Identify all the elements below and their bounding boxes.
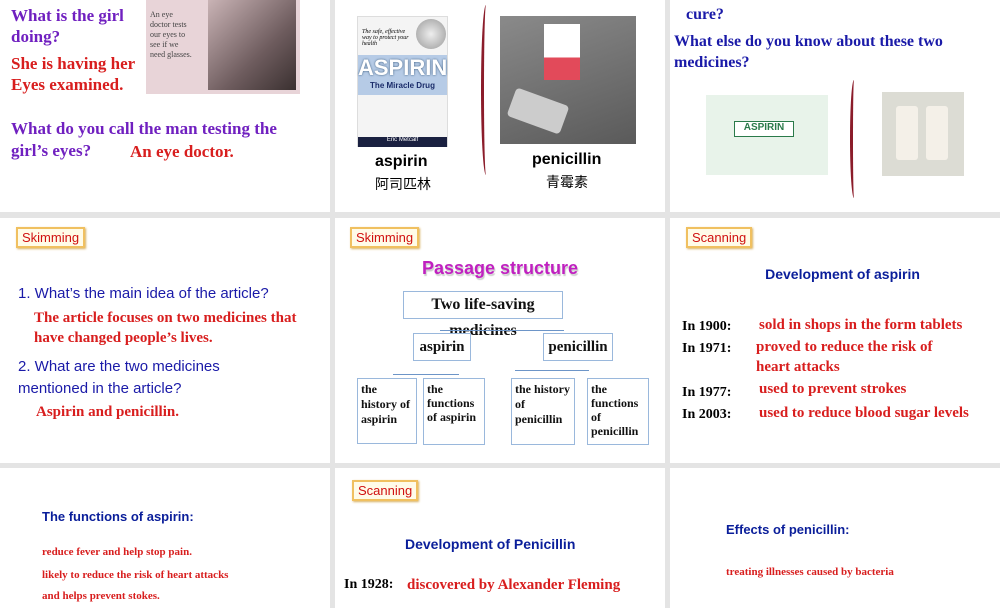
slide-thumbnail-4[interactable]: Skimming 1. What’s the main idea of the …	[0, 218, 330, 463]
event-text: used to reduce blood sugar levels	[759, 405, 969, 421]
leaf-node: the functions of aspirin	[423, 378, 485, 445]
root-node: Two life-saving medicines	[403, 291, 563, 339]
year-label: In 1928:	[344, 577, 394, 592]
function-line: and helps prevent stokes.	[42, 590, 160, 602]
slide-thumbnail-9[interactable]: Effects of penicillin: treating illnesse…	[670, 468, 1000, 608]
slide-title: Effects of penicillin:	[726, 522, 850, 537]
question-top: cure?	[686, 6, 724, 23]
slide-thumbnail-7[interactable]: The functions of aspirin: reduce fever a…	[0, 468, 330, 608]
event-text: discovered by Alexander Fleming	[407, 577, 621, 593]
question-1: What is the girl doing?	[11, 6, 124, 46]
decorative-divider	[481, 5, 491, 175]
effect-line: treating illnesses caused by bacteria	[726, 566, 894, 578]
answer-1: She is having her Eyes examined.	[11, 54, 135, 94]
aspirin-chinese-label: 阿司匹林	[375, 176, 431, 192]
penicillin-photo	[500, 16, 636, 144]
answer-2: An eye doctor.	[130, 142, 234, 161]
photo-caption: An eye doctor tests our eyes to see if w…	[150, 10, 192, 59]
scanning-tag: Scanning	[686, 227, 753, 248]
slide-thumbnail-1[interactable]: What is the girl doing? She is having he…	[0, 0, 330, 212]
slide-title: The functions of aspirin:	[42, 509, 194, 524]
event-text: sold in shops in the form tablets	[759, 317, 963, 333]
slide-thumbnail-5[interactable]: Skimming Passage structure Two life-savi…	[335, 218, 665, 463]
answer-1: The article focuses on two medicines tha…	[34, 310, 297, 346]
function-line: reduce fever and help stop pain.	[42, 546, 192, 558]
aspirin-label: aspirin	[375, 153, 428, 170]
leaf-node: the functions of penicillin	[587, 378, 649, 445]
question: What else do you know about these two me…	[674, 33, 943, 71]
slide-title: Development of aspirin	[765, 266, 920, 282]
slide-thumbnail-3[interactable]: cure? What else do you know about these …	[670, 0, 1000, 212]
aspirin-box-photo: ASPIRIN	[706, 95, 828, 175]
eye-exam-photo: An eye doctor tests our eyes to see if w…	[146, 0, 300, 94]
slide-thumbnail-6[interactable]: Scanning Development of aspirin In 1900:…	[670, 218, 1000, 463]
event-text: proved to reduce the risk of heart attac…	[756, 339, 933, 375]
aspirin-book-cover: The safe, effective way to protect your …	[357, 16, 448, 147]
penicillin-node: penicillin	[543, 333, 613, 361]
year-label: In 1977:	[682, 385, 732, 400]
year-label: In 1900:	[682, 319, 732, 334]
leaf-node: the history of penicillin	[511, 378, 575, 445]
leaf-node: the history of aspirin	[357, 378, 417, 444]
penicillin-chinese-label: 青霉素	[546, 174, 588, 190]
skimming-tag: Skimming	[350, 227, 420, 248]
slide-title: Passage structure	[421, 258, 579, 278]
penicillin-vials-photo	[882, 92, 964, 176]
answer-2: Aspirin and penicillin.	[36, 404, 179, 420]
slide-thumbnail-8[interactable]: Scanning Development of Penicillin In 19…	[335, 468, 665, 608]
function-line: likely to reduce the risk of heart attac…	[42, 569, 229, 581]
slide-title: Development of Penicillin	[405, 536, 576, 552]
year-label: In 2003:	[682, 407, 732, 422]
question-2: 2. What are the two medicines mentioned …	[18, 358, 220, 397]
skimming-tag: Skimming	[16, 227, 86, 248]
event-text: used to prevent strokes	[759, 381, 907, 397]
scanning-tag: Scanning	[352, 480, 419, 501]
question-1: 1. What’s the main idea of the article?	[18, 285, 269, 302]
penicillin-label: penicillin	[532, 151, 602, 168]
aspirin-node: aspirin	[413, 333, 471, 361]
slide-thumbnail-2[interactable]: The safe, effective way to protect your …	[335, 0, 665, 212]
year-label: In 1971:	[682, 341, 732, 356]
decorative-divider	[850, 80, 858, 198]
